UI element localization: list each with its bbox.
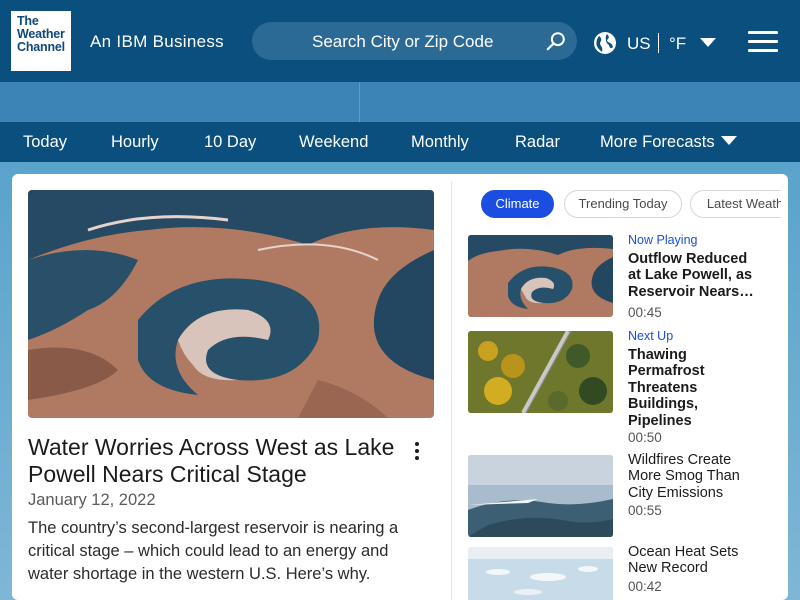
nav-weekend[interactable]: Weekend — [299, 133, 368, 152]
ad-divider — [359, 82, 360, 122]
nav-hourly[interactable]: Hourly — [111, 133, 159, 152]
video-thumbnail[interactable] — [468, 547, 613, 600]
weather-channel-logo[interactable]: The Weather Channel — [11, 11, 71, 71]
forecast-nav: Today Hourly 10 Day Weekend Monthly Rada… — [0, 122, 800, 162]
locale-selector[interactable]: US — [627, 34, 651, 54]
video-thumbnail[interactable] — [468, 331, 613, 413]
nav-monthly[interactable]: Monthly — [411, 133, 469, 152]
nav-today[interactable]: Today — [23, 133, 67, 152]
nav-10-day[interactable]: 10 Day — [204, 133, 256, 152]
video-duration: 00:50 — [628, 430, 662, 445]
next-up-label: Next Up — [628, 329, 674, 343]
search-input[interactable]: Search City or Zip Code — [252, 22, 577, 60]
video-duration: 00:45 — [628, 305, 662, 320]
video-thumbnail[interactable] — [468, 235, 613, 317]
article-title[interactable]: Water Worries Across West as Lake Powell… — [28, 434, 398, 488]
search-icon[interactable] — [545, 30, 567, 52]
caret-down-icon — [720, 136, 737, 145]
hamburger-menu-icon[interactable] — [748, 31, 778, 53]
tab-climate[interactable]: Climate — [481, 190, 554, 218]
playlist-tabs: Climate Trending Today Latest Weath — [481, 190, 781, 218]
article-description: The country’s second-largest reservoir i… — [28, 519, 399, 583]
tab-trending-today[interactable]: Trending Today — [564, 190, 682, 218]
globe-icon[interactable] — [593, 31, 617, 55]
ibm-tagline: An IBM Business — [90, 32, 224, 51]
nav-more-label: More Forecasts — [600, 133, 715, 151]
logo-line: Channel — [17, 40, 65, 54]
locale-divider — [658, 33, 659, 53]
column-divider — [451, 182, 452, 600]
video-thumbnail[interactable] — [468, 455, 613, 537]
more-options-icon[interactable] — [410, 442, 424, 462]
unit-selector[interactable]: °F — [669, 34, 686, 54]
video-duration: 00:42 — [628, 579, 662, 594]
site-header: The Weather Channel An IBM Business Sear… — [0, 0, 800, 82]
nav-more-forecasts[interactable]: More Forecasts — [600, 133, 737, 152]
video-title[interactable]: Wildfires Create More Smog Than City Emi… — [628, 452, 763, 501]
hero-video-thumbnail[interactable] — [28, 190, 434, 418]
now-playing-label: Now Playing — [628, 233, 698, 247]
ad-banner-strip — [0, 82, 800, 122]
video-title[interactable]: Thawing Permafrost Threatens Buildings, … — [628, 347, 763, 429]
nav-radar[interactable]: Radar — [515, 133, 560, 152]
search-placeholder: Search City or Zip Code — [312, 32, 494, 51]
video-duration: 00:55 — [628, 503, 662, 518]
article-date: January 12, 2022 — [28, 491, 156, 509]
video-title[interactable]: Outflow Reduced at Lake Powell, as Reser… — [628, 251, 763, 300]
tab-latest-weather[interactable]: Latest Weath — [690, 190, 781, 218]
chevron-down-icon[interactable] — [700, 38, 716, 47]
video-title[interactable]: Ocean Heat Sets New Record — [628, 544, 763, 577]
